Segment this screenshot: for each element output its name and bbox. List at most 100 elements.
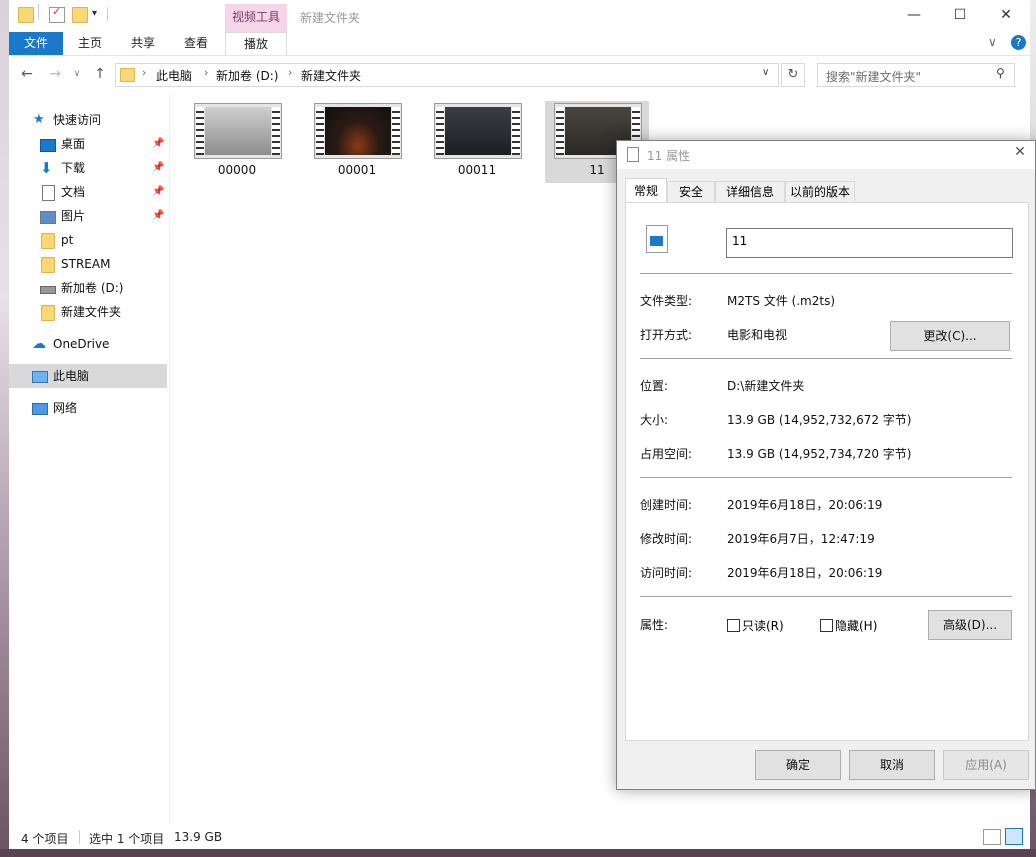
properties-icon[interactable]: ✓ (49, 5, 65, 23)
modified-value: 2019年6月7日，12:47:19 (727, 532, 875, 546)
tab-share[interactable]: 共享 (120, 32, 166, 55)
customize-quick-access-icon[interactable]: ▾ (92, 8, 97, 19)
close-icon[interactable]: ✕ (1011, 144, 1029, 164)
nav-documents[interactable]: 文档 📌 (9, 180, 169, 204)
document-icon (42, 185, 55, 201)
file-item[interactable]: 00000 (185, 101, 289, 183)
close-button[interactable]: ✕ (983, 0, 1029, 32)
tab-general[interactable]: 常规 (625, 178, 667, 203)
ribbon-tabs: 文件 主页 共享 查看 播放 ∨ ? (9, 32, 1030, 56)
folder-icon (120, 68, 135, 82)
attributes-label: 属性: (640, 618, 669, 632)
nav-label: OneDrive (53, 337, 110, 351)
nav-pictures[interactable]: 图片 📌 (9, 204, 169, 228)
chevron-right-icon[interactable]: › (142, 66, 146, 79)
file-icon (627, 147, 639, 162)
location-label: 位置: (640, 379, 669, 393)
divider (640, 273, 1012, 274)
nav-label: 新加卷 (D:) (61, 281, 124, 295)
nav-label: 下载 (61, 161, 86, 175)
file-item[interactable]: 00011 (425, 101, 529, 183)
breadcrumb-new-folder[interactable]: 新建文件夹 (301, 67, 361, 84)
forward-arrow-icon[interactable]: → (46, 65, 64, 83)
star-icon: ★ (33, 112, 45, 127)
help-icon[interactable]: ? (1011, 35, 1026, 50)
change-button[interactable]: 更改(C)... (890, 321, 1010, 351)
file-name-value[interactable]: 11 (732, 234, 747, 248)
back-arrow-icon[interactable]: ← (18, 65, 36, 83)
nav-quick-access[interactable]: ★ 快速访问 (9, 108, 169, 132)
pin-icon[interactable]: 📌 (152, 132, 164, 156)
maximize-button[interactable]: ☐ (937, 0, 983, 32)
tab-file[interactable]: 文件 (9, 32, 63, 55)
created-value: 2019年6月18日，20:06:19 (727, 498, 883, 512)
breadcrumb-this-pc[interactable]: 此电脑 (156, 67, 192, 84)
file-name: 00000 (217, 163, 257, 177)
up-arrow-icon[interactable]: ↑ (91, 65, 109, 83)
title-bar: ✓ ▾ 视频工具 新建文件夹 — ☐ ✕ (9, 0, 1030, 32)
nav-onedrive[interactable]: ☁ OneDrive (9, 332, 169, 356)
tab-view[interactable]: 查看 (173, 32, 219, 55)
hidden-label[interactable]: 隐藏(H) (835, 617, 877, 634)
video-thumbnail (434, 103, 522, 159)
video-tools-context-label: 视频工具 (225, 4, 287, 32)
file-name-field[interactable]: 11 (726, 228, 1013, 258)
nav-this-pc[interactable]: 此电脑 (9, 364, 167, 388)
breadcrumb-drive-d[interactable]: 新加卷 (D:) (216, 67, 278, 84)
picture-icon (40, 211, 56, 224)
chevron-right-icon[interactable]: › (288, 66, 292, 79)
advanced-button[interactable]: 高级(D)... (928, 610, 1012, 640)
size-value: 13.9 GB (14,952,732,672 字节) (727, 413, 912, 427)
nav-pt[interactable]: pt (9, 228, 169, 252)
desktop-background-bottom (0, 849, 1036, 857)
ok-button[interactable]: 确定 (755, 750, 841, 780)
minimize-button[interactable]: — (891, 0, 937, 32)
size-on-disk-value: 13.9 GB (14,952,734,720 字节) (727, 447, 912, 461)
search-icon[interactable]: ⚲ (996, 66, 1005, 80)
nav-label: STREAM (61, 257, 111, 271)
pin-icon[interactable]: 📌 (152, 180, 164, 204)
desktop-icon (40, 139, 56, 152)
nav-desktop[interactable]: 桌面 📌 (9, 132, 169, 156)
nav-label: pt (61, 233, 74, 247)
general-panel: 11 文件类型: M2TS 文件 (.m2ts) 打开方式: 电影和电视 更改(… (625, 202, 1029, 741)
address-bar[interactable]: › 此电脑 › 新加卷 (D:) › 新建文件夹 ∨ (115, 63, 779, 87)
network-icon (32, 403, 48, 415)
tab-play[interactable]: 播放 (225, 32, 287, 55)
nav-network[interactable]: 网络 (9, 396, 169, 420)
pin-icon[interactable]: 📌 (152, 156, 164, 180)
apply-button[interactable]: 应用(A) (943, 750, 1029, 780)
accessed-label: 访问时间: (640, 566, 693, 580)
hidden-checkbox[interactable] (820, 619, 833, 632)
window-title: 新建文件夹 (300, 11, 361, 25)
tab-home[interactable]: 主页 (67, 32, 113, 55)
nav-label: 新建文件夹 (61, 305, 122, 319)
nav-label: 快速访问 (53, 113, 102, 127)
tab-security[interactable]: 安全 (667, 181, 715, 203)
tab-details[interactable]: 详细信息 (715, 181, 785, 203)
details-view-icon[interactable] (983, 829, 1001, 845)
large-icons-view-icon[interactable] (1005, 828, 1023, 845)
computer-icon (32, 371, 48, 383)
nav-stream[interactable]: STREAM (9, 252, 169, 276)
chevron-right-icon[interactable]: › (204, 66, 208, 79)
status-bar: 4 个项目 选中 1 个项目 13.9 GB (9, 824, 1030, 849)
readonly-label[interactable]: 只读(R) (742, 617, 784, 634)
pin-icon[interactable]: 📌 (152, 204, 164, 228)
nav-new-folder[interactable]: 新建文件夹 (9, 300, 169, 324)
cancel-button[interactable]: 取消 (849, 750, 935, 780)
chevron-down-icon[interactable]: ∨ (762, 67, 769, 78)
recent-locations-icon[interactable]: ∨ (68, 65, 86, 83)
refresh-icon[interactable]: ↻ (781, 63, 805, 87)
nav-drive-d[interactable]: 新加卷 (D:) (9, 276, 169, 300)
nav-label: 图片 (61, 209, 86, 223)
search-input[interactable]: 搜索"新建文件夹" ⚲ (817, 63, 1015, 87)
nav-downloads[interactable]: ⬇ 下载 📌 (9, 156, 169, 180)
open-with-value: 电影和电视 (727, 328, 788, 342)
file-item[interactable]: 00001 (305, 101, 409, 183)
new-folder-icon[interactable] (72, 7, 88, 23)
tab-previous-versions[interactable]: 以前的版本 (785, 181, 855, 203)
expand-ribbon-icon[interactable]: ∨ (988, 35, 997, 49)
readonly-checkbox[interactable] (727, 619, 740, 632)
location-value: D:\新建文件夹 (727, 379, 805, 393)
